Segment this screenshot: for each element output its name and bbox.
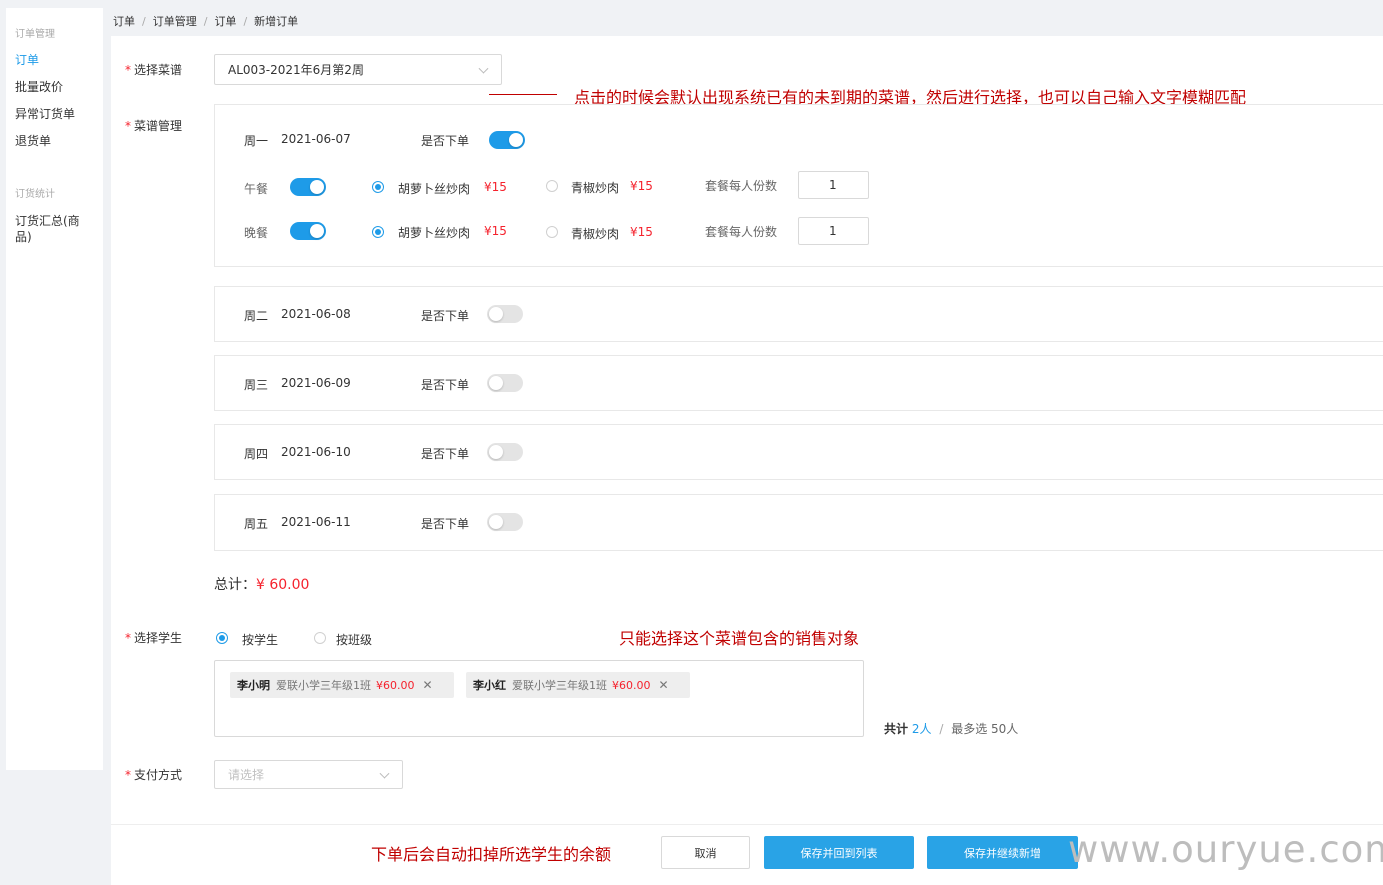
mode-radio-class[interactable] bbox=[314, 632, 326, 644]
total-value: ¥ 60.00 bbox=[256, 577, 310, 593]
order-toggle-thu[interactable] bbox=[487, 443, 523, 461]
dish-radio-lunch-2[interactable] bbox=[546, 180, 558, 192]
breadcrumb-item[interactable]: 订单 bbox=[113, 15, 135, 28]
payment-select[interactable]: 请选择 bbox=[214, 760, 403, 789]
day-card-thu bbox=[214, 424, 1383, 480]
sidebar-item-abnormal-orders[interactable]: 异常订货单 bbox=[15, 106, 93, 122]
dish-price: ¥15 bbox=[484, 224, 507, 238]
weekday: 周五 bbox=[244, 517, 269, 531]
sidebar-item-orders[interactable]: 订单 bbox=[15, 52, 93, 68]
meal-name-lunch: 午餐 bbox=[244, 182, 269, 196]
day-card-fri bbox=[214, 494, 1383, 551]
order-toggle-label: 是否下单 bbox=[421, 134, 470, 148]
total: 总计：¥ 60.00 bbox=[214, 577, 310, 593]
sidebar-group-order-mgmt: 订单管理 bbox=[15, 29, 55, 40]
dish-radio-dinner-1[interactable] bbox=[372, 226, 384, 238]
sidebar: 订单管理 订单 批量改价 异常订货单 退货单 订货统计 订货汇总(商品) bbox=[6, 8, 103, 770]
weekday: 周四 bbox=[244, 447, 269, 461]
student-label: * 选择学生 bbox=[125, 631, 183, 645]
dish-name: 胡萝卜丝炒肉 bbox=[398, 182, 471, 196]
weekday: 周一 bbox=[244, 134, 269, 148]
student-tag: 李小明 爱联小学三年级1班 ¥60.00 ✕ bbox=[230, 672, 454, 698]
mode-option-student: 按学生 bbox=[242, 633, 279, 647]
student-tag-box[interactable]: 李小明 爱联小学三年级1班 ¥60.00 ✕ 李小红 爱联小学三年级1班 ¥60.00 ✕ bbox=[214, 660, 864, 737]
servings-label: 套餐每人份数 bbox=[705, 225, 778, 239]
cancel-button[interactable]: 取消 bbox=[661, 836, 750, 869]
menu-label: * 选择菜谱 bbox=[125, 63, 183, 77]
save-return-button[interactable]: 保存并回到列表 bbox=[764, 836, 914, 869]
meal-name-dinner: 晚餐 bbox=[244, 226, 269, 240]
dish-radio-lunch-1[interactable] bbox=[372, 181, 384, 193]
watermark: www.ouryue.com bbox=[1068, 828, 1383, 871]
chevron-down-icon bbox=[478, 63, 489, 74]
breadcrumb-current: 新增订单 bbox=[254, 15, 299, 28]
date: 2021-06-09 bbox=[281, 376, 351, 390]
servings-input-lunch[interactable] bbox=[798, 171, 869, 199]
selection-count: 共计 2人 / 最多选 50人 bbox=[884, 722, 1019, 736]
day-card-tue bbox=[214, 286, 1383, 342]
dish-price: ¥15 bbox=[630, 179, 653, 193]
order-toggle-label: 是否下单 bbox=[421, 309, 470, 323]
date: 2021-06-11 bbox=[281, 515, 351, 529]
meal-toggle-lunch[interactable] bbox=[290, 178, 326, 196]
date: 2021-06-07 bbox=[281, 132, 351, 146]
breadcrumb-item[interactable]: 订单 bbox=[214, 15, 236, 28]
breadcrumb-item[interactable]: 订单管理 bbox=[153, 15, 197, 28]
day-card-wed bbox=[214, 355, 1383, 411]
dish-name: 胡萝卜丝炒肉 bbox=[398, 226, 471, 240]
annotation-student-hint: 只能选择这个菜谱包含的销售对象 bbox=[619, 629, 860, 648]
date: 2021-06-10 bbox=[281, 445, 351, 459]
payment-label: * 支付方式 bbox=[125, 768, 183, 782]
sidebar-group-order-stats: 订货统计 bbox=[15, 189, 55, 200]
servings-label: 套餐每人份数 bbox=[705, 179, 778, 193]
order-toggle-mon[interactable] bbox=[489, 131, 525, 149]
weekday: 周三 bbox=[244, 378, 269, 392]
dish-price: ¥15 bbox=[630, 225, 653, 239]
sidebar-item-batch-price[interactable]: 批量改价 bbox=[15, 79, 93, 95]
chevron-down-icon bbox=[379, 768, 390, 779]
dish-name: 青椒炒肉 bbox=[571, 227, 620, 241]
weekday: 周二 bbox=[244, 309, 269, 323]
order-toggle-tue[interactable] bbox=[487, 305, 523, 323]
order-toggle-label: 是否下单 bbox=[421, 447, 470, 461]
annotation-balance-hint: 下单后会自动扣掉所选学生的余额 bbox=[371, 845, 612, 864]
dish-price: ¥15 bbox=[484, 180, 507, 194]
menu-select[interactable]: AL003-2021年6月第2周 bbox=[214, 54, 502, 85]
annotation-line bbox=[489, 94, 557, 95]
footer-divider bbox=[111, 824, 1383, 825]
order-toggle-label: 是否下单 bbox=[421, 517, 470, 531]
menu-select-value: AL003-2021年6月第2周 bbox=[228, 63, 364, 77]
menu-mgmt-label: * 菜谱管理 bbox=[125, 119, 183, 133]
payment-placeholder: 请选择 bbox=[228, 768, 265, 782]
servings-input-dinner[interactable] bbox=[798, 217, 869, 245]
dish-radio-dinner-2[interactable] bbox=[546, 226, 558, 238]
order-toggle-label: 是否下单 bbox=[421, 378, 470, 392]
date: 2021-06-08 bbox=[281, 307, 351, 321]
save-continue-button[interactable]: 保存并继续新增 bbox=[927, 836, 1078, 869]
close-icon[interactable]: ✕ bbox=[659, 678, 669, 692]
student-tag: 李小红 爱联小学三年级1班 ¥60.00 ✕ bbox=[466, 672, 690, 698]
meal-toggle-dinner[interactable] bbox=[290, 222, 326, 240]
order-toggle-wed[interactable] bbox=[487, 374, 523, 392]
mode-radio-student[interactable] bbox=[216, 632, 228, 644]
dish-name: 青椒炒肉 bbox=[571, 181, 620, 195]
close-icon[interactable]: ✕ bbox=[423, 678, 433, 692]
mode-option-class: 按班级 bbox=[336, 633, 373, 647]
breadcrumb: 订单 / 订单管理 / 订单 / 新增订单 bbox=[113, 15, 299, 28]
order-toggle-fri[interactable] bbox=[487, 513, 523, 531]
sidebar-item-order-summary[interactable]: 订货汇总(商品) bbox=[15, 213, 93, 245]
sidebar-item-returns[interactable]: 退货单 bbox=[15, 133, 93, 149]
